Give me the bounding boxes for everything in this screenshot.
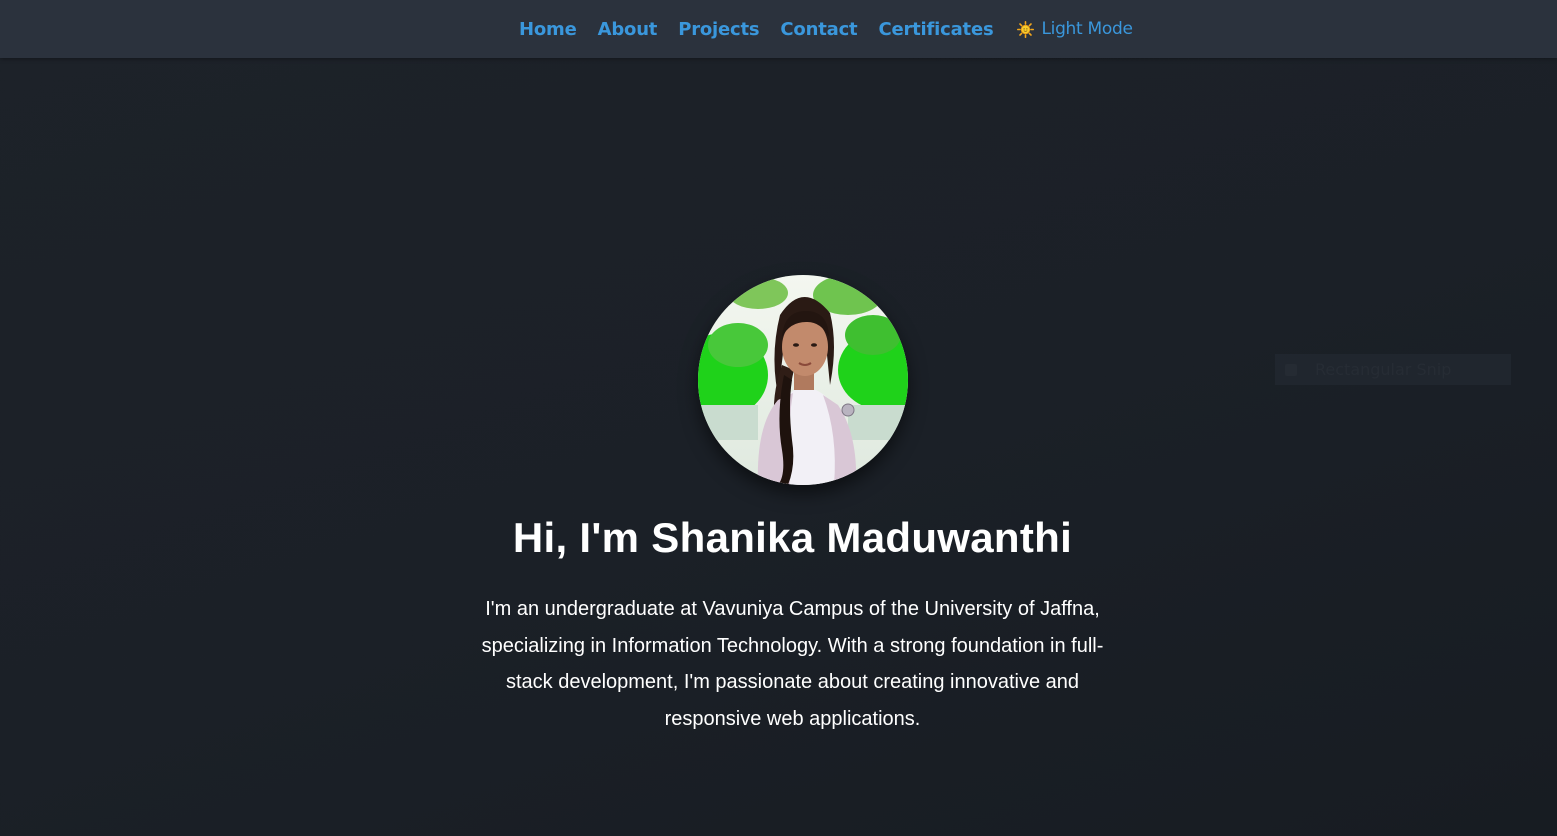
nav-link-projects[interactable]: Projects — [678, 19, 759, 40]
nav-links: Home About Projects Contact Certificates — [519, 0, 1133, 58]
snip-icon — [1285, 363, 1297, 376]
nav-link-about[interactable]: About — [598, 19, 658, 40]
nav-link-certificates[interactable]: Certificates — [878, 19, 993, 40]
sun-icon — [1017, 20, 1035, 38]
hero-title: Hi, I'm Shanika Maduwanthi — [512, 514, 1073, 561]
theme-toggle-button[interactable]: Light Mode — [1017, 19, 1133, 39]
navbar: Home About Projects Contact Certificates — [0, 0, 1557, 58]
nav-link-contact[interactable]: Contact — [780, 19, 857, 40]
nav-link-home[interactable]: Home — [519, 19, 577, 40]
snip-label: Rectangular Snip — [1315, 360, 1452, 379]
rectangular-snip-overlay: Rectangular Snip — [1275, 354, 1511, 385]
hero-description: I'm an undergraduate at Vavuniya Campus … — [481, 598, 1104, 730]
profile-avatar — [698, 275, 908, 485]
theme-toggle-label: Light Mode — [1041, 19, 1133, 39]
